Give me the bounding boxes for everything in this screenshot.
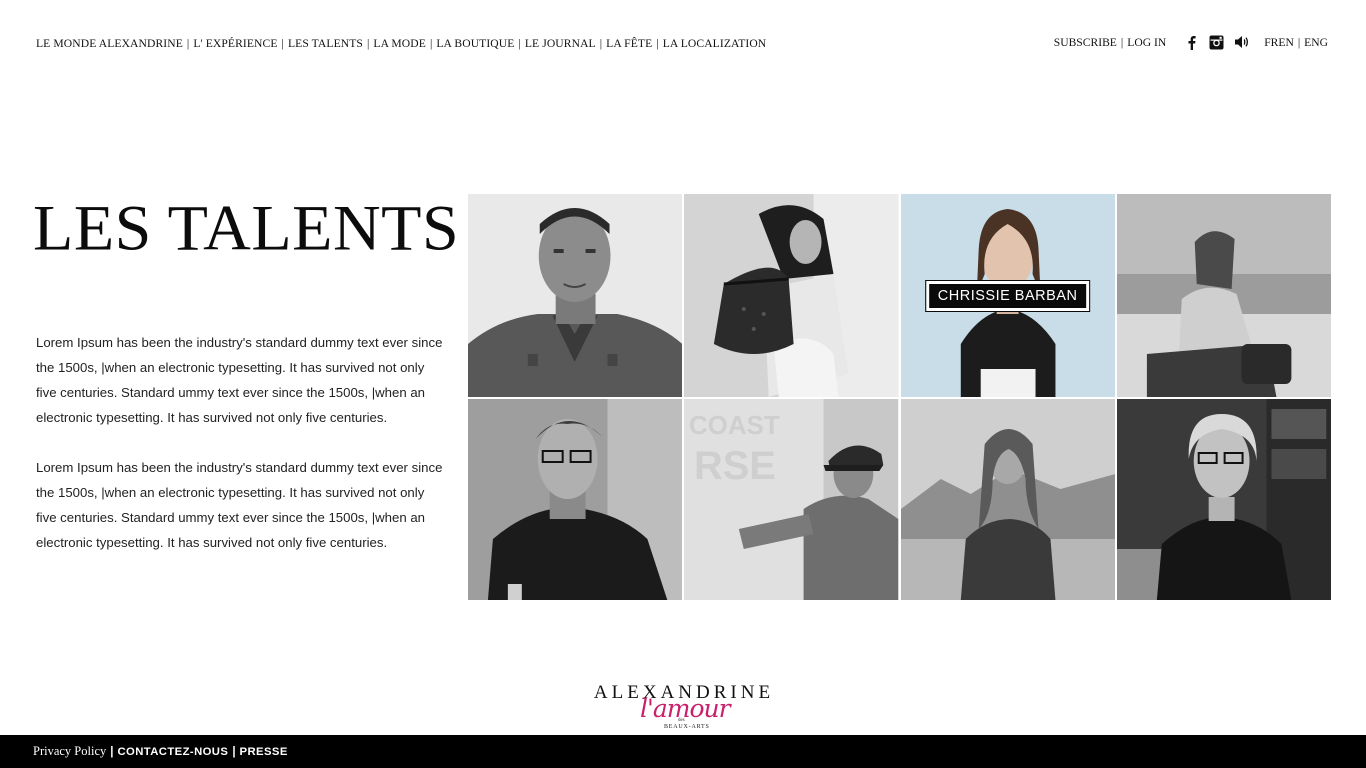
language-fren[interactable]: FREN (1264, 36, 1294, 49)
privacy-policy-link[interactable]: Privacy Policy (33, 744, 106, 759)
nav-item-la-localization[interactable]: LA LOCALIZATION (663, 37, 767, 50)
talent-tile[interactable] (468, 194, 683, 397)
nav-item-la-mode[interactable]: LA MODE (373, 37, 426, 50)
intro-paragraph: Lorem Ipsum has been the industry's stan… (36, 335, 443, 425)
talent-tile[interactable] (468, 399, 683, 600)
presse-link[interactable]: PRESSE (240, 746, 288, 758)
talent-tile[interactable] (900, 399, 1115, 600)
logo-beaux-arts: BEAUX-ARTS (664, 724, 710, 730)
language-separator: | (1297, 35, 1301, 49)
nav-separator: | (599, 36, 603, 50)
sound-icon[interactable] (1233, 34, 1249, 50)
subscribe-link[interactable]: SUBSCRIBE (1054, 36, 1117, 49)
footer-separator: | (110, 745, 114, 758)
talent-photo (468, 194, 683, 397)
talent-photo (1116, 399, 1331, 600)
brand-logo[interactable]: ALEXANDRINE l'amour des BEAUX-ARTS (584, 682, 784, 734)
nav-separator: | (429, 36, 433, 50)
intro-text: Lorem Ipsum has been the industry's stan… (36, 330, 446, 555)
talent-photo: COAST RSE (684, 399, 899, 600)
talent-tile-featured[interactable]: CHRISSIE BARBAN (900, 194, 1115, 397)
nav-separator: | (518, 36, 521, 50)
talent-photo (900, 399, 1115, 600)
utility-separator: | (1120, 35, 1124, 49)
talent-photo (1116, 194, 1331, 397)
nav-separator: | (366, 36, 370, 50)
social-links (1183, 34, 1249, 50)
talent-name-label: CHRISSIE BARBAN (924, 279, 1091, 312)
nav-item-le-monde[interactable]: LE MONDE ALEXANDRINE (36, 37, 183, 50)
footer-separator: | (232, 745, 236, 758)
talent-tile[interactable]: COAST RSE (684, 399, 899, 600)
svg-text:RSE: RSE (694, 444, 776, 488)
nav-item-experience[interactable]: L' EXPÉRIENCE (193, 37, 277, 50)
page-title: LES TALENTS (33, 192, 460, 265)
talent-photo (468, 399, 683, 600)
talent-tile[interactable] (684, 194, 899, 397)
talent-tile[interactable] (1116, 194, 1331, 397)
main-nav: LE MONDE ALEXANDRINE | L' EXPÉRIENCE | L… (36, 36, 766, 50)
talents-grid: CHRISSIE BARBAN COAST RSE (468, 194, 1331, 600)
svg-text:COAST: COAST (689, 412, 780, 440)
nav-item-le-journal[interactable]: LE JOURNAL (525, 37, 596, 50)
talent-photo (684, 194, 899, 397)
contact-link[interactable]: CONTACTEZ-NOUS (117, 746, 228, 758)
language-eng[interactable]: ENG (1304, 36, 1328, 49)
talent-tile[interactable] (1116, 399, 1331, 600)
utility-bar: SUBSCRIBE | LOG IN FREN | ENG (1054, 34, 1328, 50)
nav-item-les-talents[interactable]: LES TALENTS (288, 37, 363, 50)
facebook-icon[interactable] (1183, 34, 1199, 50)
nav-separator: | (656, 36, 659, 50)
logo-des: des (678, 718, 685, 723)
nav-item-la-boutique[interactable]: LA BOUTIQUE (436, 37, 514, 50)
login-link[interactable]: LOG IN (1127, 36, 1166, 49)
instagram-icon[interactable] (1208, 34, 1224, 50)
nav-item-la-fete[interactable]: LA FÊTE (606, 37, 652, 50)
footer-bar: Privacy Policy | CONTACTEZ-NOUS | PRESSE (0, 735, 1366, 768)
nav-separator: | (281, 36, 284, 50)
intro-paragraph: Lorem Ipsum has been the industry's stan… (36, 460, 443, 550)
nav-separator: | (186, 36, 190, 50)
